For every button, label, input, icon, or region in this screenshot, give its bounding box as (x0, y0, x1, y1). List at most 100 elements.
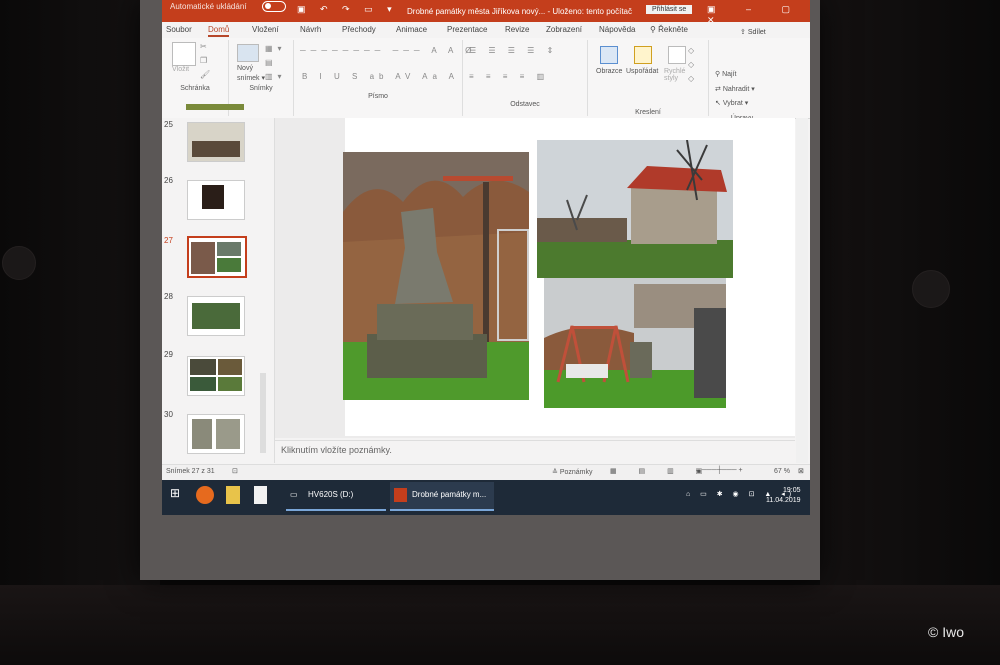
slide-number: 25 (164, 120, 173, 129)
vertical-scrollbar[interactable] (796, 118, 808, 463)
thumbnail-scrollbar[interactable] (260, 373, 266, 453)
photo-swing-garden[interactable] (544, 278, 726, 408)
document-icon[interactable] (254, 486, 267, 508)
taskbar-drive-window[interactable]: ▭ HV620S (D:) (286, 482, 386, 511)
paste-icon[interactable] (172, 42, 196, 66)
start-button[interactable]: ⊞ (170, 486, 180, 508)
previous-thumb-edge (186, 104, 244, 110)
tab-animations[interactable]: Animace (396, 25, 427, 34)
arrange-label[interactable]: Uspořádat (626, 68, 658, 75)
tab-home[interactable]: Domů (208, 25, 230, 37)
slide-thumb-27[interactable] (187, 236, 247, 278)
tab-help[interactable]: Nápověda (599, 25, 635, 34)
paste-label: Vložit (172, 66, 190, 73)
current-slide[interactable] (343, 118, 795, 436)
replace-button[interactable]: ⇄ Nahradit ▾ (715, 85, 755, 93)
select-button[interactable]: ↖ Vybrat ▾ (715, 99, 748, 107)
quick-styles-icon[interactable] (668, 46, 686, 64)
tab-insert[interactable]: Vložení (252, 25, 279, 34)
notes-placeholder: Kliknutím vložíte poznámky. (281, 445, 392, 455)
clipboard-group-label: Schránka (180, 85, 210, 92)
photo-house-garden[interactable] (537, 140, 733, 278)
notes-icon: ≙ (552, 469, 560, 476)
autosave-toggle[interactable] (262, 1, 286, 12)
font-controls[interactable]: ──────── ─── A A Ø (300, 46, 476, 55)
group-paragraph: ☰ ☰ ☰ ☰ ⇕ ≡ ≡ ≡ ≡ ▥ Odstavec (463, 40, 588, 116)
slide-thumb-28[interactable] (187, 296, 245, 336)
paragraph-list-icons[interactable]: ☰ ☰ ☰ ☰ ⇕ (469, 46, 558, 55)
font-group-label: Písmo (368, 93, 388, 100)
speaker-right (912, 270, 950, 308)
slide-number: 29 (164, 350, 173, 359)
shapes-icon[interactable] (600, 46, 618, 64)
clock-time: 19:05 (782, 487, 801, 494)
notes-toggle[interactable]: ≙ Poznámky (552, 468, 593, 476)
firefox-icon[interactable] (196, 486, 214, 508)
slide-thumb-25[interactable] (187, 122, 245, 162)
signin-button[interactable]: Přihlásit se (646, 5, 693, 14)
photographer-watermark: © Iwo (928, 624, 964, 640)
quick-access-icons[interactable]: ▣ ↶ ↷ ▭ ▾ (297, 4, 398, 15)
photo-stone-monument[interactable] (343, 152, 529, 400)
zoom-level[interactable]: 67 % (774, 468, 790, 475)
file-manager-icon[interactable] (226, 486, 240, 508)
house-image (537, 140, 733, 278)
select-icon: ↖ (715, 100, 723, 107)
new-slide-icon[interactable] (237, 44, 259, 62)
powerpoint-icon (394, 488, 407, 502)
tab-tell-me[interactable]: ⚲ Řekněte (650, 25, 688, 34)
document-title: Drobné památky města Jiříkova nový... - … (407, 7, 632, 16)
tab-slideshow[interactable]: Prezentace (447, 25, 487, 34)
taskbar-powerpoint-window[interactable]: Drobné památky m... (390, 482, 494, 511)
drive-icon: ▭ (290, 490, 298, 499)
font-format-icons[interactable]: B I U S ab AV Aa A (302, 72, 459, 81)
clipboard-small-icons[interactable]: ✂ ❐ 🖌 (200, 40, 215, 82)
new-slide-label[interactable]: Nový snímek ▾ (237, 64, 265, 84)
drawing-group-label: Kreslení (635, 109, 661, 116)
clock-date: 11.04.2019 (766, 497, 801, 504)
tab-transitions[interactable]: Přechody (342, 25, 376, 34)
tab-file[interactable]: Soubor (166, 25, 192, 34)
slide-number: 30 (164, 410, 173, 419)
ribbon-tabs: Soubor Domů Vložení Návrh Přechody Anima… (162, 22, 810, 38)
tab-review[interactable]: Revize (505, 25, 529, 34)
spellcheck-icon[interactable]: ⊡ (232, 467, 238, 475)
fit-slide-icon[interactable]: ⊠ (798, 467, 804, 475)
room-floor (0, 585, 1000, 665)
shapes-label[interactable]: Obrazce (596, 68, 622, 75)
powerpoint-label: Drobné památky m... (412, 490, 487, 499)
slide-thumb-29[interactable] (187, 356, 245, 396)
group-editing: ⚲ Najít ⇄ Nahradit ▾ ↖ Vybrat ▾ Úpravy (709, 40, 775, 122)
room-wall-left (0, 0, 160, 665)
tab-design[interactable]: Návrh (300, 25, 321, 34)
drive-label: HV620S (D:) (308, 490, 354, 499)
taskbar-clock[interactable]: 19:05 11.04.2019 (766, 486, 801, 506)
slide-number: 28 (164, 292, 173, 301)
slide-thumb-30[interactable] (187, 414, 245, 454)
projected-powerpoint-window: Automatické ukládání ▣ ↶ ↷ ▭ ▾ Drobné pa… (162, 0, 810, 515)
slide-number: 27 (164, 236, 173, 245)
slide-count: Snímek 27 z 31 (166, 468, 215, 475)
zoom-slider[interactable]: – ───┼─── + (696, 467, 743, 474)
notes-pane[interactable]: Kliknutím vložíte poznámky. (275, 440, 795, 463)
search-icon: ⚲ (650, 25, 659, 34)
speaker-left (2, 246, 36, 280)
windows-taskbar: ⊞ ▭ HV620S (D:) Drobné památky m... ⌂ ▭ … (162, 480, 810, 515)
find-button[interactable]: ⚲ Najít (715, 70, 736, 78)
swing-image (544, 278, 726, 408)
slide-thumb-26[interactable] (187, 180, 245, 220)
paragraph-align-icons[interactable]: ≡ ≡ ≡ ≡ ▥ (469, 72, 549, 81)
slide-number: 26 (164, 176, 173, 185)
slides-small-icons[interactable]: ▦▾ ▤ ▥▾ (265, 42, 287, 84)
tab-view[interactable]: Zobrazení (546, 25, 582, 34)
shape-fill-icons[interactable]: ◇ ◇ ◇ (688, 44, 699, 86)
paragraph-group-label: Odstavec (510, 101, 540, 108)
share-button[interactable]: ⇪ Sdílet (740, 28, 766, 36)
autosave-label: Automatické ukládání (170, 2, 247, 11)
monument-image (343, 152, 529, 400)
status-bar: Snímek 27 z 31 ⊡ ≙ Poznámky ▦ ▤ ▥ ▣ – ──… (162, 464, 810, 480)
slide-thumbnail-pane: 25 26 27 28 29 30 (162, 104, 275, 463)
arrange-icon[interactable] (634, 46, 652, 64)
group-font: ──────── ─── A A Ø B I U S ab AV Aa A Pí… (294, 40, 471, 116)
room-wall-right (820, 0, 1000, 665)
